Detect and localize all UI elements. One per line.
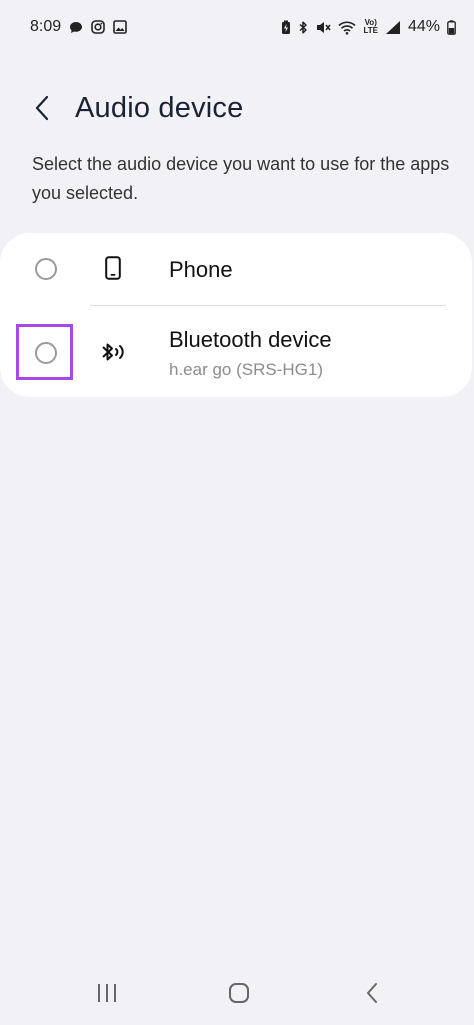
bluetooth-audio-icon bbox=[99, 339, 129, 365]
phone-icon bbox=[101, 255, 125, 281]
wifi-icon bbox=[338, 20, 357, 35]
battery-saver-icon bbox=[281, 20, 291, 35]
radio-button-bluetooth[interactable] bbox=[35, 342, 57, 364]
battery-icon bbox=[447, 19, 456, 35]
battery-percent: 44% bbox=[407, 18, 440, 35]
page-title: Audio device bbox=[75, 92, 244, 124]
bluetooth-icon bbox=[298, 20, 308, 35]
status-time: 8:09 bbox=[30, 18, 62, 35]
home-button[interactable] bbox=[219, 980, 259, 1010]
recent-apps-button[interactable] bbox=[87, 980, 127, 1010]
back-button[interactable] bbox=[24, 90, 60, 130]
radio-button-phone[interactable] bbox=[35, 258, 57, 280]
device-label-bluetooth: Bluetooth device bbox=[169, 327, 332, 352]
app-header: Audio device bbox=[0, 86, 474, 134]
device-option-bluetooth[interactable]: Bluetooth device h.ear go (SRS-HG1) bbox=[0, 306, 472, 397]
chevron-left-icon bbox=[34, 95, 50, 126]
navigation-bar bbox=[0, 960, 474, 1025]
gallery-icon bbox=[113, 20, 127, 34]
instagram-icon bbox=[91, 20, 105, 34]
chat-bubble-icon bbox=[69, 21, 83, 34]
device-option-phone[interactable]: Phone bbox=[0, 233, 472, 306]
back-icon bbox=[365, 982, 379, 1009]
home-icon bbox=[228, 982, 250, 1009]
recent-apps-icon bbox=[96, 983, 118, 1008]
page-description: Select the audio device you want to use … bbox=[32, 154, 450, 203]
nav-back-button[interactable] bbox=[352, 980, 392, 1010]
status-bar-left: 8:09 bbox=[30, 18, 127, 36]
status-bar: 8:09 Vo) LTE 44% bbox=[0, 0, 474, 56]
volte-label: Vo) LTE bbox=[363, 18, 378, 35]
device-sublabel-bluetooth: h.ear go (SRS-HG1) bbox=[169, 360, 323, 379]
mute-icon bbox=[315, 20, 332, 35]
volte-icon: Vo) LTE bbox=[363, 19, 378, 35]
signal-icon bbox=[385, 20, 401, 35]
audio-device-list: Phone Bluetooth device h.ear go (SRS-HG1… bbox=[0, 233, 472, 397]
status-bar-right: Vo) LTE 44% bbox=[281, 18, 456, 36]
device-label-phone: Phone bbox=[169, 257, 233, 282]
